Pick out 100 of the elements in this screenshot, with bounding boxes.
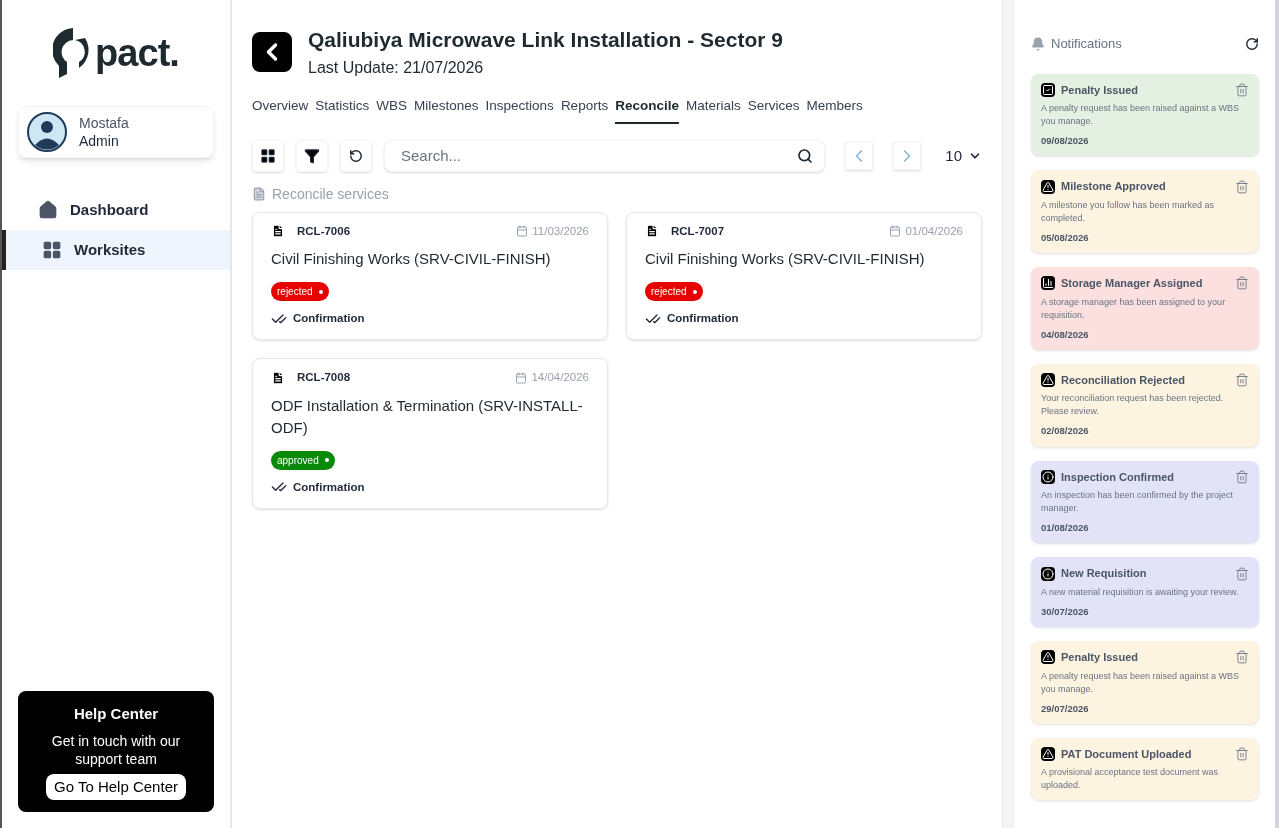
- bell-icon: [1031, 36, 1045, 51]
- notification-text: A penalty request has been raised against a WBS you manage.: [1041, 669, 1241, 696]
- help-center-button[interactable]: Go To Help Center: [46, 773, 186, 800]
- confirmation-label: Confirmation: [667, 311, 739, 326]
- page-title: Qaliubiya Microwave Link Installation - Sector 9: [308, 27, 783, 53]
- tab[interactable]: Inspections: [485, 91, 554, 124]
- grid-icon: [260, 147, 276, 164]
- notification-card[interactable]: Storage Manager Assigned A storage manager has been assigned to your requisition. 04/08/2026: [1031, 267, 1259, 350]
- notification-card[interactable]: Penalty Issued A penalty request has been raised against a WBS you manage. 09/08/2026: [1031, 73, 1259, 157]
- check-icon: [1041, 82, 1055, 97]
- notification-text: A provisional acceptance test document was uploaded.: [1041, 766, 1220, 793]
- page-size-select[interactable]: 10: [945, 144, 982, 167]
- warning-icon: [1041, 373, 1055, 387]
- status-badge: rejected: [271, 282, 329, 301]
- delete-icon[interactable]: [1235, 747, 1249, 761]
- tab[interactable]: Overview: [252, 91, 309, 124]
- tab[interactable]: WBS: [376, 91, 408, 124]
- notification-title: Milestone Approved: [1061, 179, 1167, 195]
- back-button[interactable]: [252, 31, 292, 72]
- document-icon: [271, 224, 285, 239]
- notification-card[interactable]: Reconciliation Rejected Your reconciliation request has been rejected. Please review. 02/08/2026: [1031, 363, 1259, 447]
- nav-item[interactable]: Worksites: [2, 230, 230, 270]
- calendar-icon: [515, 371, 528, 384]
- card-date: 14/04/2026: [531, 370, 589, 386]
- delete-icon[interactable]: [1235, 276, 1249, 291]
- nav-item[interactable]: Dashboard: [2, 190, 230, 230]
- avatar-icon: [27, 112, 67, 152]
- notification-date: 09/08/2026: [1041, 134, 1090, 148]
- card-id: RCL-7008: [297, 370, 351, 386]
- tab[interactable]: Statistics: [315, 91, 370, 124]
- card-title: Civil Finishing Works (SRV-CIVIL-FINISH): [271, 249, 552, 269]
- tab[interactable]: Members: [806, 91, 863, 124]
- notification-card[interactable]: Inspection Confirmed An inspection has been confirmed by the project manager. 01/08/2026: [1031, 460, 1259, 544]
- notification-date: 01/08/2026: [1041, 521, 1090, 535]
- notification-title: New Requisition: [1061, 566, 1148, 582]
- delete-icon[interactable]: [1235, 82, 1249, 97]
- last-update: Last Update: 21/07/2026: [308, 57, 485, 78]
- notification-date: 04/08/2026: [1041, 327, 1090, 342]
- notification-title: Inspection Confirmed: [1061, 469, 1176, 485]
- grid-view-button[interactable]: [252, 139, 284, 172]
- next-page-button[interactable]: [893, 141, 922, 170]
- tab[interactable]: Milestones: [414, 91, 479, 124]
- card-id: RCL-7006: [297, 223, 351, 239]
- reconcile-card[interactable]: RCL-7008 14/04/2026 ODF Installation & Termination (SRV-INSTALL-ODF) approved Confirmation: [252, 358, 608, 509]
- tab[interactable]: Reports: [560, 91, 609, 124]
- notification-text: A storage manager has been assigned to your requisition.: [1041, 295, 1227, 322]
- delete-icon[interactable]: [1235, 373, 1249, 387]
- notification-date: 02/08/2026: [1041, 424, 1090, 439]
- notification-card[interactable]: New Requisition A new material requisition is awaiting your review. 30/07/2026: [1031, 557, 1259, 627]
- logo-text: pact.: [95, 30, 179, 76]
- notification-card[interactable]: Penalty Issued A penalty request has been raised against a WBS you manage. 29/07/2026: [1031, 641, 1259, 724]
- notification-card[interactable]: PAT Document Uploaded A provisional acceptance test document was uploaded.: [1031, 737, 1259, 801]
- refresh-icon[interactable]: [1245, 36, 1259, 51]
- document-icon: [645, 224, 659, 239]
- logo-icon: [53, 26, 91, 80]
- filter-button[interactable]: [296, 139, 328, 172]
- notification-text: Your reconciliation request has been rejected. Please review.: [1041, 392, 1225, 419]
- tab[interactable]: Services: [747, 91, 800, 124]
- search-field[interactable]: Search...: [384, 139, 826, 172]
- previous-page-button[interactable]: [845, 141, 874, 170]
- notification-date: 29/07/2026: [1041, 701, 1090, 716]
- card-title: ODF Installation & Termination (SRV-INSTALL-ODF): [271, 395, 584, 438]
- notifications-title: Notifications: [1051, 35, 1122, 53]
- section-label: Reconcile services: [272, 184, 389, 204]
- confirmation-label: Confirmation: [293, 311, 365, 326]
- warning-icon: [1041, 179, 1055, 194]
- notification-date: 05/08/2026: [1041, 230, 1090, 245]
- card-id: RCL-7007: [671, 223, 725, 239]
- warning-icon: [1041, 650, 1055, 665]
- card-date: 11/03/2026: [532, 223, 589, 239]
- document-icon: [271, 370, 285, 385]
- help-text: Get in touch with our support team: [50, 731, 182, 768]
- warning-icon: [1041, 747, 1055, 761]
- notification-card[interactable]: Milestone Approved A milestone you follow has been marked as completed. 05/08/2026: [1031, 170, 1259, 253]
- reconcile-card[interactable]: RCL-7006 11/03/2026 Civil Finishing Works (SRV-CIVIL-FINISH) rejected Confirmation: [252, 211, 608, 341]
- delete-icon[interactable]: [1235, 566, 1249, 581]
- status-badge: rejected: [645, 282, 703, 301]
- notification-text: An inspection has been confirmed by the project manager.: [1041, 489, 1235, 515]
- info-icon: [1041, 566, 1055, 581]
- calendar-icon: [889, 225, 902, 238]
- user-name: Mostafa: [79, 114, 129, 132]
- search-icon: [797, 147, 814, 164]
- delete-icon[interactable]: [1235, 469, 1249, 484]
- reset-button[interactable]: [340, 139, 372, 172]
- tab[interactable]: Reconcile: [615, 91, 679, 124]
- calendar-icon: [516, 225, 529, 238]
- notification-title: Reconciliation Rejected: [1061, 372, 1187, 388]
- confirmation-label: Confirmation: [293, 479, 365, 495]
- filter-icon: [304, 147, 320, 164]
- reconcile-card[interactable]: RCL-7007 01/04/2026 Civil Finishing Works (SRV-CIVIL-FINISH) rejected Confirmation: [626, 211, 982, 341]
- tab[interactable]: Materials: [685, 91, 741, 124]
- delete-icon[interactable]: [1235, 650, 1249, 665]
- info-icon: [1041, 469, 1055, 484]
- user-card[interactable]: Mostafa Admin: [18, 106, 214, 158]
- notification-text: A milestone you follow has been marked as completed.: [1041, 198, 1216, 225]
- reset-icon: [349, 148, 363, 163]
- notification-text: A new material requisition is awaiting your review.: [1041, 585, 1240, 599]
- card-title: Civil Finishing Works (SRV-CIVIL-FINISH): [645, 249, 926, 269]
- help-title: Help Center: [73, 704, 159, 724]
- delete-icon[interactable]: [1235, 179, 1249, 194]
